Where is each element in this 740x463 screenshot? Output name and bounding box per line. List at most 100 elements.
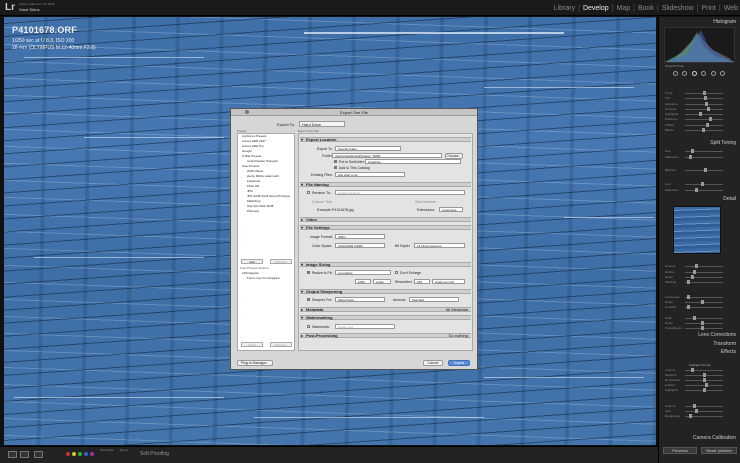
slider-row[interactable]: Luminance bbox=[665, 295, 735, 299]
slider-row[interactable]: Contrast bbox=[665, 107, 735, 111]
sharpen-checkbox[interactable] bbox=[307, 298, 310, 301]
show-edit-label[interactable]: Show Edit bbox=[100, 448, 114, 452]
insert-button[interactable]: Insert bbox=[241, 342, 263, 347]
slider-row[interactable]: Hue bbox=[665, 182, 735, 186]
export-button[interactable]: Export bbox=[448, 360, 470, 366]
slider-row[interactable]: Hue bbox=[665, 149, 735, 153]
rename-checkbox[interactable] bbox=[307, 191, 310, 194]
module-develop[interactable]: Develop bbox=[583, 5, 609, 12]
label-green-icon[interactable] bbox=[78, 452, 82, 456]
export-to-select[interactable]: Hard Drive bbox=[299, 121, 345, 127]
transform-header[interactable]: Transform bbox=[713, 341, 736, 347]
color-space-select[interactable]: AdobeRGB (1998) bbox=[335, 243, 385, 248]
crop-tool-icon[interactable] bbox=[673, 71, 678, 76]
size-unit-select[interactable]: pixels bbox=[373, 279, 391, 284]
action-item[interactable]: Force crop for Instagram bbox=[247, 276, 280, 280]
resize-checkbox[interactable] bbox=[307, 271, 310, 274]
section-post-processing[interactable]: Post-ProcessingDo nothing bbox=[300, 333, 471, 338]
section-export-location[interactable]: Export Location bbox=[300, 137, 471, 142]
section-file-naming[interactable]: File Naming bbox=[300, 182, 471, 187]
soft-proofing-toggle[interactable]: Soft Proofing bbox=[140, 451, 169, 457]
slider-row[interactable]: Tint bbox=[665, 96, 735, 100]
section-image-sizing[interactable]: Image Sizing bbox=[300, 262, 471, 267]
section-watermarking[interactable]: Watermarking bbox=[300, 315, 471, 320]
slider-row[interactable]: Balance bbox=[665, 168, 735, 172]
module-slideshow[interactable]: Slideshow bbox=[662, 5, 694, 12]
slider-row[interactable]: Roughness bbox=[665, 414, 735, 418]
slider-row[interactable]: Detail bbox=[665, 321, 735, 325]
section-video[interactable]: Video bbox=[300, 217, 471, 222]
slider-row[interactable]: Detail bbox=[665, 300, 735, 304]
radial-filter-icon[interactable] bbox=[710, 71, 716, 76]
module-library[interactable]: Library bbox=[554, 5, 575, 12]
adjustment-brush-icon[interactable] bbox=[719, 71, 725, 76]
slider-row[interactable]: Highlights bbox=[665, 388, 735, 392]
cancel-button[interactable]: Cancel bbox=[423, 360, 443, 366]
remove-action-button[interactable]: Remove bbox=[270, 342, 292, 347]
slider-row[interactable]: Size bbox=[665, 409, 735, 413]
before-after-icon[interactable] bbox=[20, 451, 29, 458]
slider-row[interactable]: Smoothness bbox=[665, 326, 735, 330]
module-print[interactable]: Print bbox=[701, 5, 715, 12]
watermark-checkbox[interactable] bbox=[307, 325, 310, 328]
slider-row[interactable]: Color bbox=[665, 316, 735, 320]
slider-row[interactable]: Radius bbox=[665, 270, 735, 274]
rename-select[interactable]: Custom Settings bbox=[335, 190, 465, 195]
slider-row[interactable]: Temp bbox=[665, 91, 735, 95]
slider-row[interactable]: Blacks bbox=[665, 128, 735, 132]
detail-preview[interactable] bbox=[673, 206, 721, 254]
detail-header[interactable]: Detail bbox=[723, 196, 736, 202]
loupe-view-icon[interactable] bbox=[8, 451, 17, 458]
vignette-style[interactable]: Highlight Priority bbox=[689, 363, 711, 367]
plugin-manager-button[interactable]: Plug-in Manager... bbox=[237, 360, 273, 366]
extensions-select[interactable]: Lowercase bbox=[439, 207, 463, 212]
add-preset-button[interactable]: Add bbox=[241, 259, 263, 264]
folder-path-select[interactable]: /Users/xandsirius/Pictures/_TEMP bbox=[332, 153, 442, 158]
slider-row[interactable]: Amount bbox=[665, 368, 735, 372]
graduated-filter-icon[interactable] bbox=[701, 71, 707, 76]
effects-header[interactable]: Effects bbox=[721, 349, 736, 355]
subfolder-input[interactable]: instadrive bbox=[365, 159, 461, 164]
dont-enlarge-checkbox[interactable] bbox=[395, 271, 398, 274]
remove-preset-button[interactable]: Remove bbox=[270, 259, 292, 264]
lens-corrections-header[interactable]: Lens Corrections bbox=[698, 332, 736, 338]
resolution-unit-select[interactable]: pixels per inch bbox=[432, 279, 465, 284]
slider-row[interactable]: Roundness bbox=[665, 378, 735, 382]
slider-row[interactable]: Masking bbox=[665, 280, 735, 284]
slider-row[interactable]: Saturation bbox=[665, 155, 735, 159]
label-yellow-icon[interactable] bbox=[72, 452, 76, 456]
add-catalog-checkbox[interactable] bbox=[334, 166, 337, 169]
histogram-header[interactable]: Histogram bbox=[713, 19, 736, 25]
slider-row[interactable]: Amount bbox=[665, 264, 735, 268]
section-file-settings[interactable]: File Settings bbox=[300, 225, 471, 230]
bottom-reset-label[interactable]: Reset bbox=[120, 448, 128, 452]
preset-item[interactable]: Pinterest bbox=[238, 209, 294, 214]
slider-row[interactable]: Shadows bbox=[665, 117, 735, 121]
module-map[interactable]: Map bbox=[616, 5, 630, 12]
bit-depth-select[interactable]: 16 bits/component bbox=[414, 243, 465, 248]
previous-button[interactable]: Previous bbox=[663, 447, 697, 454]
existing-files-select[interactable]: Ask what to do bbox=[335, 172, 405, 177]
watermark-select[interactable]: simple_text bbox=[335, 324, 395, 329]
subfolder-checkbox[interactable] bbox=[334, 160, 337, 163]
section-metadata[interactable]: MetadataAll Metadata bbox=[300, 307, 471, 312]
location-export-to-select[interactable]: Specific folder bbox=[335, 146, 401, 151]
module-web[interactable]: Web bbox=[724, 5, 738, 12]
slider-row[interactable]: Contrast bbox=[665, 305, 735, 309]
slider-row[interactable]: Exposure bbox=[665, 102, 735, 106]
slider-row[interactable]: Whites bbox=[665, 123, 735, 127]
slider-row[interactable]: Detail bbox=[665, 275, 735, 279]
resolution-input[interactable]: 240 bbox=[414, 279, 430, 284]
amount-select[interactable]: Standard bbox=[409, 297, 459, 302]
split-toning-header[interactable]: Split Toning bbox=[710, 140, 736, 146]
spot-removal-icon[interactable] bbox=[682, 71, 688, 76]
reset-button[interactable]: Reset (Adobe) bbox=[701, 447, 737, 454]
compare-icon[interactable] bbox=[34, 451, 43, 458]
resize-select[interactable]: Long Edge bbox=[335, 270, 391, 275]
module-book[interactable]: Book bbox=[638, 5, 654, 12]
sharpen-for-select[interactable]: Matte Paper bbox=[335, 297, 385, 302]
section-output-sharpening[interactable]: Output Sharpening bbox=[300, 289, 471, 294]
camera-calibration-header[interactable]: Camera Calibration bbox=[693, 435, 736, 441]
label-red-icon[interactable] bbox=[66, 452, 70, 456]
slider-row[interactable]: Saturation bbox=[665, 188, 735, 192]
